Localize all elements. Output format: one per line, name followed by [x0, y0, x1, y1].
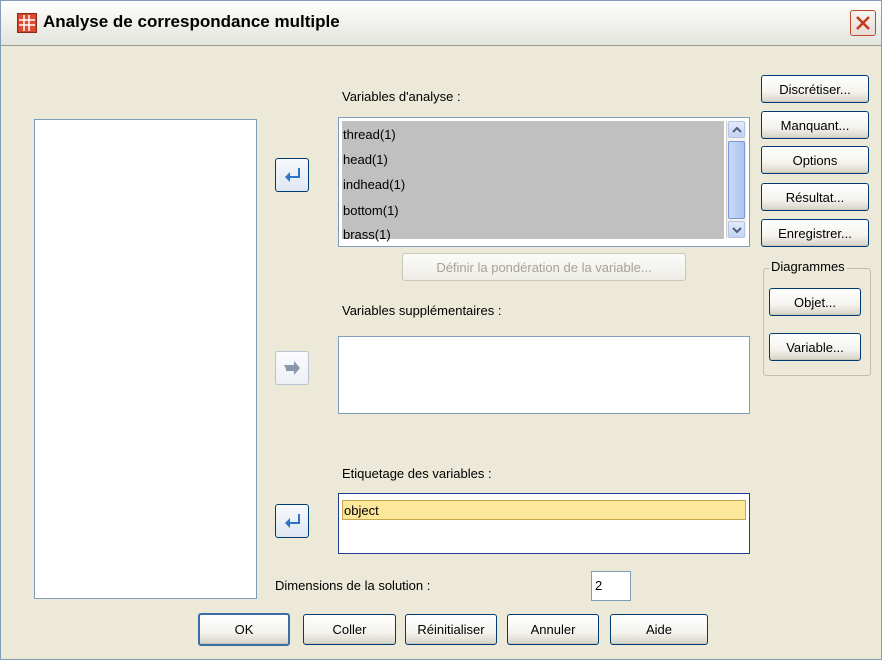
list-item-label: object [344, 503, 379, 518]
close-icon [856, 16, 870, 30]
title-bar[interactable]: Analyse de correspondance multiple [1, 1, 881, 46]
analysis-variables-list[interactable]: thread(1) head(1) indhead(1) bottom(1) b… [338, 117, 750, 247]
arrow-bent-left-icon [285, 514, 300, 528]
paste-button[interactable]: Coller [303, 614, 396, 645]
labeling-variables-list[interactable]: object [338, 493, 750, 554]
save-button[interactable]: Enregistrer... [761, 219, 869, 247]
list-item[interactable]: brass(1) [343, 224, 391, 245]
chevron-down-icon [732, 227, 742, 234]
variable-plot-button[interactable]: Variable... [769, 333, 861, 361]
dimensions-input[interactable]: 2 [591, 571, 631, 601]
list-item[interactable]: thread(1) [343, 124, 396, 145]
dimensions-label: Dimensions de la solution : [275, 578, 431, 593]
help-button[interactable]: Aide [610, 614, 708, 645]
arrow-bent-left-icon [285, 168, 300, 182]
cancel-button[interactable]: Annuler [507, 614, 599, 645]
arrow-bent-right-icon [284, 361, 300, 375]
supplementary-variables-list[interactable] [338, 336, 750, 414]
ok-button[interactable]: OK [198, 613, 290, 646]
define-weight-button[interactable]: Définir la pondération de la variable... [402, 253, 686, 281]
supplementary-variables-label: Variables supplémentaires : [342, 303, 502, 318]
plots-group-label: Diagrammes [769, 259, 847, 274]
options-button[interactable]: Options [761, 146, 869, 174]
list-item-selected[interactable]: object [342, 500, 746, 520]
move-to-labeling-button[interactable] [275, 504, 309, 538]
move-to-analysis-button[interactable] [275, 158, 309, 192]
scroll-down-button[interactable] [728, 221, 745, 238]
move-to-supplementary-button[interactable] [275, 351, 309, 385]
spss-table-icon [17, 13, 37, 33]
analysis-variables-label: Variables d'analyse : [342, 89, 461, 104]
source-variable-list[interactable] [34, 119, 257, 599]
reset-button[interactable]: Réinitialiser [405, 614, 497, 645]
window-title: Analyse de correspondance multiple [43, 12, 340, 31]
object-plot-button[interactable]: Objet... [769, 288, 861, 316]
close-button[interactable] [850, 10, 876, 36]
list-item[interactable]: head(1) [343, 149, 388, 170]
scroll-up-button[interactable] [728, 121, 745, 138]
labeling-variables-label: Etiquetage des variables : [342, 466, 492, 481]
chevron-up-icon [732, 126, 742, 133]
scroll-thumb[interactable] [728, 141, 745, 219]
dialog-window: Analyse de correspondance multiple Varia… [0, 0, 882, 660]
list-item[interactable]: bottom(1) [343, 200, 399, 221]
missing-button[interactable]: Manquant... [761, 111, 869, 139]
discretize-button[interactable]: Discrétiser... [761, 75, 869, 103]
output-button[interactable]: Résultat... [761, 183, 869, 211]
vertical-scrollbar[interactable] [726, 121, 746, 238]
list-item[interactable]: indhead(1) [343, 174, 405, 195]
